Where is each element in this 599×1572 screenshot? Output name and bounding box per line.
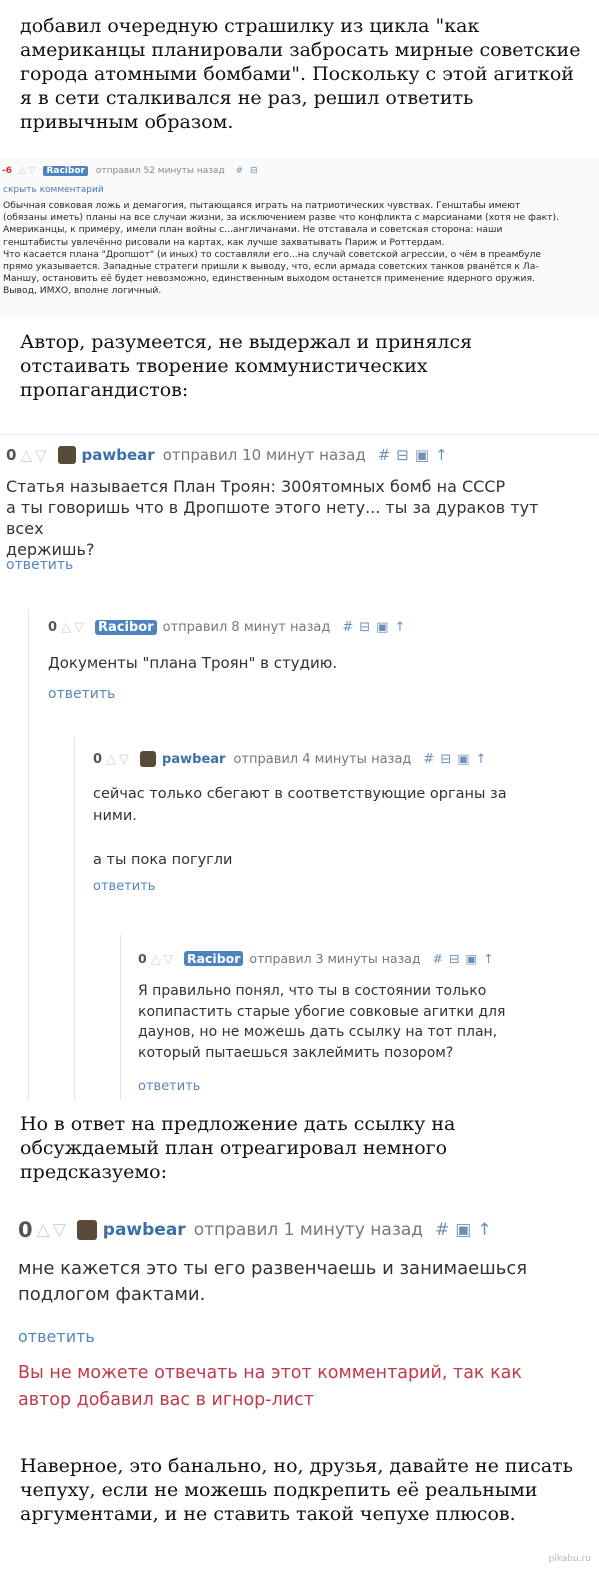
- vote-up-icon[interactable]: △: [61, 620, 74, 635]
- comment-rating: -6: [2, 166, 12, 176]
- username[interactable]: pawbear: [162, 752, 225, 767]
- arrow-up-icon[interactable]: ↑: [394, 620, 411, 635]
- username[interactable]: pawbear: [103, 1220, 186, 1240]
- floppy-icon[interactable]: ▣: [376, 620, 394, 635]
- reply-link[interactable]: ответить: [48, 686, 115, 702]
- arrow-up-icon[interactable]: ↑: [483, 951, 499, 966]
- vote-down-icon[interactable]: ▽: [35, 446, 50, 464]
- minus-box-icon[interactable]: ⊟: [396, 446, 415, 464]
- minus-box-icon[interactable]: ⊟: [449, 951, 465, 966]
- watermark: pikabu.ru: [548, 1554, 591, 1564]
- hash-icon[interactable]: #: [378, 446, 397, 464]
- comment-meta: отправил 4 минуты назад: [233, 751, 412, 767]
- username-badge[interactable]: Racibor: [43, 166, 88, 176]
- comment: 0 △▽ pawbear отправил 4 минуты назад #⊟▣…: [93, 745, 593, 905]
- username-badge[interactable]: Racibor: [95, 620, 157, 635]
- username[interactable]: pawbear: [82, 446, 155, 464]
- comment-header: 0 △▽ Racibor отправил 3 минуты назад #⊟▣…: [138, 951, 500, 966]
- vote-down-icon[interactable]: ▽: [74, 620, 87, 635]
- arrow-up-icon[interactable]: ↑: [477, 1220, 497, 1240]
- divider: [0, 434, 599, 435]
- vote-icons[interactable]: △▽: [151, 951, 176, 966]
- comment: 0 △▽ Racibor отправил 8 минут назад #⊟▣↑…: [48, 614, 593, 714]
- comment-actions: #⊟▣↑: [378, 446, 454, 464]
- vote-icons[interactable]: △▽: [61, 620, 87, 635]
- comment: 0 △▽ pawbear отправил 10 минут назад #⊟▣…: [6, 440, 596, 590]
- hash-icon[interactable]: #: [433, 951, 449, 966]
- thread-indent-line: [120, 935, 121, 1100]
- minus-box-icon[interactable]: ⊟: [440, 752, 457, 767]
- comment-actions: #⊟▣↑: [433, 951, 500, 966]
- avatar[interactable]: [57, 446, 76, 464]
- comment-actions: #⊟▣↑: [342, 620, 411, 635]
- comment-text: Я правильно понял, что ты в состоянии то…: [138, 983, 506, 1061]
- comment-meta: отправил 8 минут назад: [162, 620, 331, 635]
- arrow-up-icon[interactable]: ↑: [476, 752, 493, 767]
- comment-text: Документы "плана Троян" в студию.: [48, 654, 338, 672]
- floppy-icon[interactable]: ▣: [415, 446, 435, 464]
- intro-paragraph: добавил очередную страшилку из цикла "ка…: [20, 15, 581, 133]
- vote-down-icon[interactable]: ▽: [163, 951, 176, 966]
- comment-meta: отправил 3 минуты назад: [249, 951, 421, 966]
- hash-icon[interactable]: #: [342, 620, 359, 635]
- comment-header: 0 △▽ pawbear отправил 10 минут назад #⊟▣…: [6, 446, 454, 464]
- vote-icons[interactable]: △▽: [37, 1220, 69, 1240]
- vote-down-icon[interactable]: ▽: [119, 752, 132, 767]
- comment-text: сейчас только сбегают в соответствующие …: [93, 786, 507, 868]
- vote-up-icon[interactable]: △: [37, 1220, 53, 1240]
- comment-meta: отправил 1 минуту назад: [193, 1220, 424, 1240]
- comment-rating: 0: [48, 620, 58, 635]
- reply-link[interactable]: ответить: [93, 879, 155, 894]
- reply-link[interactable]: ответить: [6, 557, 73, 573]
- floppy-icon[interactable]: ▣: [466, 951, 484, 966]
- comment-text: Статья называется План Троян: 300ятомных…: [6, 477, 539, 559]
- comment-header: 0 △▽ pawbear отправил 1 минуту назад #▣↑: [18, 1218, 498, 1242]
- floppy-icon[interactable]: ▣: [455, 1220, 477, 1240]
- comment-rating: 0: [18, 1218, 33, 1242]
- vote-down-icon[interactable]: ▽: [53, 1220, 69, 1240]
- comment-text: мне кажется это ты его развенчаешь и зан…: [18, 1258, 528, 1305]
- floppy-icon[interactable]: ▣: [457, 752, 475, 767]
- ignore-list-notice: Вы не можете отвечать на этот комментари…: [18, 1363, 522, 1410]
- thread-indent-line: [28, 610, 29, 1100]
- quoted-comment: -6 △ ▽ Racibor отправил 52 минуты назад …: [0, 158, 599, 318]
- arrow-up-icon[interactable]: ↑: [435, 446, 454, 464]
- vote-up-icon[interactable]: △: [106, 752, 119, 767]
- reply-link[interactable]: ответить: [138, 1079, 200, 1094]
- vote-icons[interactable]: △▽: [106, 752, 132, 767]
- vote-up-icon[interactable]: △: [151, 951, 164, 966]
- comment-meta: отправил 52 минуты назад: [95, 166, 225, 176]
- after-paragraph: Но в ответ на предложение дать ссылку на…: [20, 1113, 456, 1183]
- comment-meta: отправил 10 минут назад: [162, 446, 366, 464]
- comment-header: 0 △▽ Racibor отправил 8 минут назад #⊟▣↑: [48, 620, 411, 635]
- comment-rating: 0: [93, 751, 103, 767]
- mid-paragraph: Автор, разумеется, не выдержал и принялс…: [20, 331, 473, 401]
- username-badge[interactable]: Racibor: [183, 951, 244, 966]
- comment-header: 0 △▽ pawbear отправил 4 минуты назад #⊟▣…: [93, 751, 492, 767]
- comment: 0 △▽ pawbear отправил 1 минуту назад #▣↑…: [18, 1212, 593, 1422]
- comment-rating: 0: [6, 446, 17, 464]
- reply-link[interactable]: ответить: [18, 1327, 95, 1346]
- minus-box-icon[interactable]: ⊟: [359, 620, 376, 635]
- hash-icon[interactable]: #: [423, 752, 440, 767]
- hide-comment-link[interactable]: скрыть комментарий: [3, 185, 104, 195]
- minus-box-icon[interactable]: ⊟: [250, 166, 258, 176]
- avatar[interactable]: [140, 751, 157, 767]
- avatar[interactable]: [76, 1220, 97, 1240]
- thread-indent-line: [74, 738, 75, 1100]
- vote-up-icon[interactable]: △: [20, 446, 35, 464]
- comment: 0 △▽ Racibor отправил 3 минуты назад #⊟▣…: [138, 945, 593, 1095]
- comment-rating: 0: [138, 951, 147, 966]
- comment-header: -6 △ ▽ Racibor отправил 52 минуты назад …: [2, 166, 258, 176]
- outro-paragraph: Наверное, это банально, но, друзья, дава…: [20, 1455, 574, 1525]
- comment-actions: #▣↑: [435, 1220, 498, 1240]
- hash-icon[interactable]: #: [236, 166, 244, 176]
- comment-text: Обычная совковая ложь и демагогия, пытаю…: [3, 200, 560, 297]
- comment-actions: #⊟▣↑: [423, 752, 492, 767]
- vote-icons[interactable]: △▽: [20, 446, 49, 464]
- vote-up-icon[interactable]: △: [19, 166, 26, 176]
- vote-down-icon[interactable]: ▽: [29, 166, 36, 176]
- hash-icon[interactable]: #: [435, 1220, 455, 1240]
